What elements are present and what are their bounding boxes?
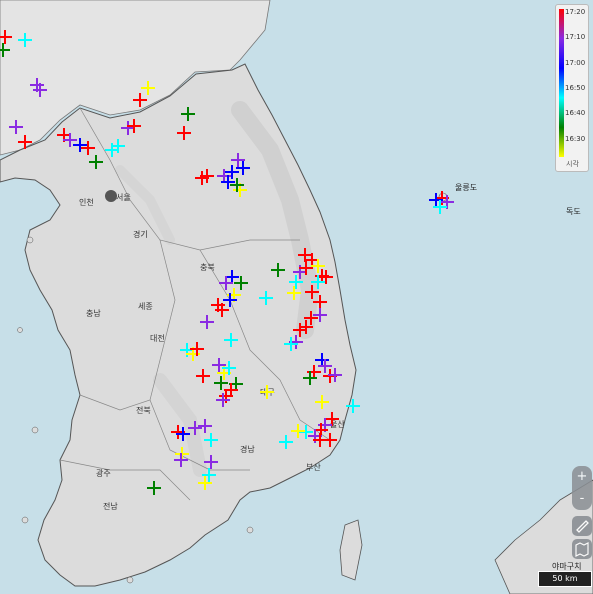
place-label-chungnam: 충남 [86, 309, 101, 318]
measure-ruler-button[interactable] [572, 516, 592, 536]
place-label-jeonbuk: 전북 [136, 406, 151, 415]
legend-color-bar [559, 9, 564, 157]
place-label-dokdo: 독도 [566, 207, 581, 216]
zoom-out-button[interactable]: - [572, 488, 592, 510]
legend-tick: 16:40 [565, 109, 586, 117]
base-map [0, 0, 593, 594]
zoom-in-button[interactable]: + [572, 466, 592, 488]
scale-bar: 50 km [538, 571, 592, 587]
place-label-chungbuk: 충북 [200, 263, 215, 272]
place-label-jeonnam: 전남 [103, 502, 118, 511]
legend-tick: 16:50 [565, 84, 586, 92]
zoom-control: + - [572, 466, 592, 510]
place-label-incheon: 인천 [79, 198, 94, 207]
place-label-sejong: 세종 [138, 302, 153, 311]
ruler-icon [576, 520, 589, 533]
legend-tick: 17:00 [565, 59, 586, 67]
place-label-busan: 부산 [306, 463, 321, 472]
place-label-ulleungdo: 울릉도 [455, 183, 478, 192]
legend-caption: 시각 [566, 160, 579, 168]
place-label-gwangju: 광주 [96, 469, 111, 478]
place-label-seoul: 서울 [116, 193, 131, 202]
lightning-map[interactable]: 인천 서울 경기 충북 충남 세종 대전 대구 전북 경남 부산 울산 광주 전… [0, 0, 593, 594]
time-legend: 17:20 17:10 17:00 16:50 16:40 16:30 시각 [555, 4, 589, 172]
place-label-gyeongnam: 경남 [240, 445, 255, 454]
legend-tick: 17:20 [565, 8, 586, 16]
map-layer-button[interactable] [572, 539, 592, 559]
place-label-daejeon: 대전 [150, 334, 165, 343]
place-label-gyeonggi: 경기 [133, 230, 148, 239]
legend-tick: 16:30 [565, 135, 586, 143]
map-icon [575, 542, 589, 557]
legend-tick: 17:10 [565, 33, 586, 41]
